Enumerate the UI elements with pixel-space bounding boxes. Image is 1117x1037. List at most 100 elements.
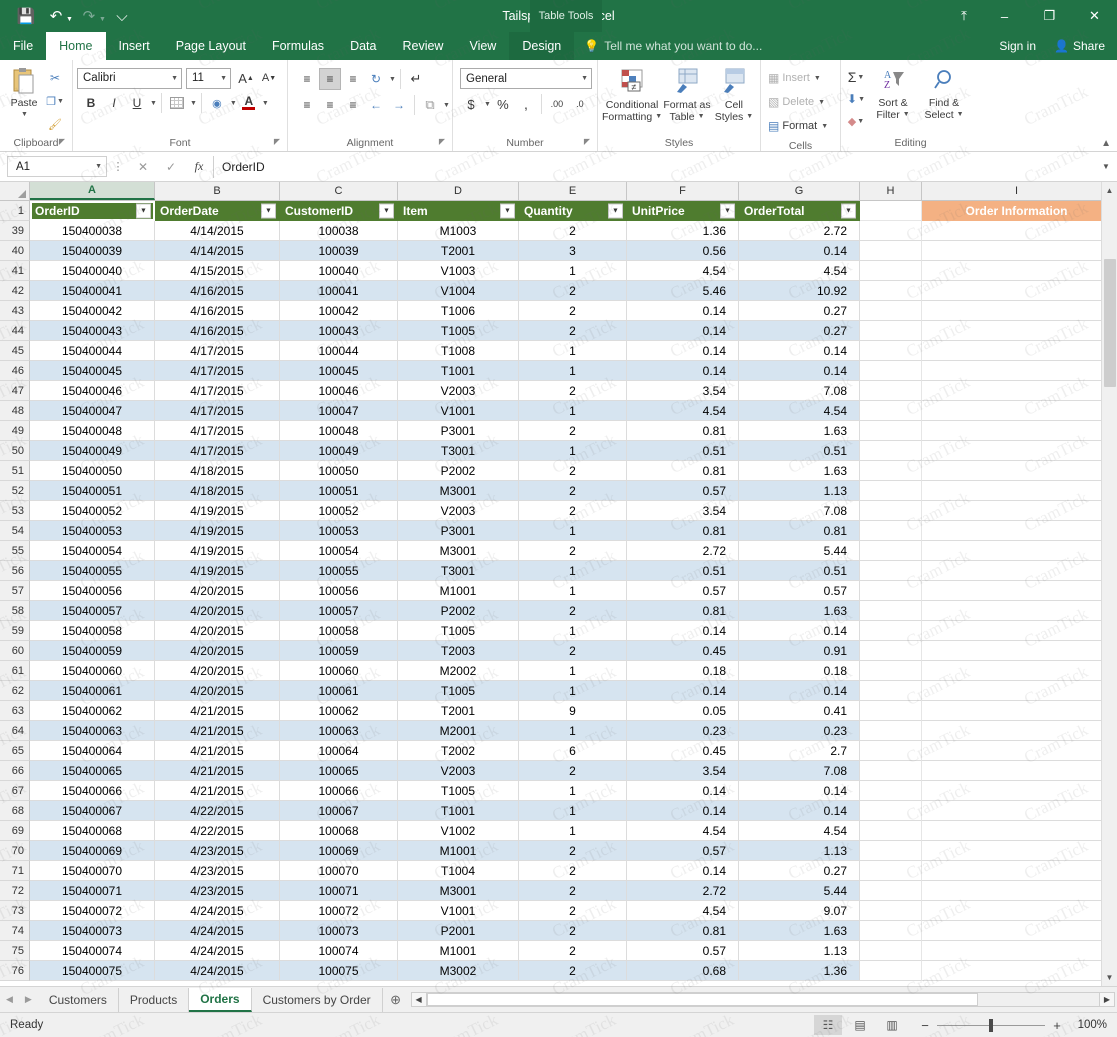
borders-button[interactable] (166, 92, 188, 114)
cell-orderdate-45[interactable]: 4/17/2015 (155, 341, 280, 361)
column-header-b[interactable]: B (155, 182, 280, 200)
table-row[interactable]: 691504000684/22/2015100068V100214.544.54 (0, 821, 1117, 841)
hscroll-right-icon[interactable]: ▶ (1099, 992, 1115, 1007)
horizontal-scroll-thumb[interactable] (427, 993, 978, 1006)
cell-ordertotal-63[interactable]: 0.41 (739, 701, 860, 721)
cell-quantity-52[interactable]: 2 (519, 481, 627, 501)
decrease-decimal-button[interactable]: .0 (569, 93, 591, 115)
cell-d1-item[interactable]: Item ▼ (398, 201, 519, 221)
cell-orderdate-49[interactable]: 4/17/2015 (155, 421, 280, 441)
column-header-i[interactable]: I (922, 182, 1112, 200)
cell-c1-customerid[interactable]: CustomerID ▼ (280, 201, 398, 221)
cell-quantity-57[interactable]: 1 (519, 581, 627, 601)
cell-quantity-66[interactable]: 2 (519, 761, 627, 781)
cell-quantity-62[interactable]: 1 (519, 681, 627, 701)
cell-i-65[interactable] (922, 741, 1112, 761)
cell-customerid-45[interactable]: 100044 (280, 341, 398, 361)
cell-quantity-47[interactable]: 2 (519, 381, 627, 401)
cell-orderdate-53[interactable]: 4/19/2015 (155, 501, 280, 521)
cell-item-53[interactable]: V2003 (398, 501, 519, 521)
cell-orderid-63[interactable]: 150400062 (30, 701, 155, 721)
cell-ordertotal-44[interactable]: 0.27 (739, 321, 860, 341)
table-row[interactable]: 411504000404/15/2015100040V100314.544.54 (0, 261, 1117, 281)
cell-ordertotal-58[interactable]: 1.63 (739, 601, 860, 621)
cell-unitprice-64[interactable]: 0.23 (627, 721, 739, 741)
paste-button[interactable]: Paste ▼ (4, 65, 44, 121)
cell-orderid-60[interactable]: 150400059 (30, 641, 155, 661)
align-right-button[interactable]: ≡ (342, 94, 364, 116)
cell-h-70[interactable] (860, 841, 922, 861)
cell-ordertotal-46[interactable]: 0.14 (739, 361, 860, 381)
cell-item-42[interactable]: V1004 (398, 281, 519, 301)
cell-i-59[interactable] (922, 621, 1112, 641)
cell-item-60[interactable]: T2003 (398, 641, 519, 661)
cell-unitprice-58[interactable]: 0.81 (627, 601, 739, 621)
row-header-56[interactable]: 56 (0, 561, 30, 581)
cell-item-76[interactable]: M3002 (398, 961, 519, 981)
cell-ordertotal-65[interactable]: 2.7 (739, 741, 860, 761)
page-break-preview-button[interactable]: ▥ (878, 1015, 906, 1035)
cell-i-44[interactable] (922, 321, 1112, 341)
row-header-66[interactable]: 66 (0, 761, 30, 781)
cell-quantity-48[interactable]: 1 (519, 401, 627, 421)
cell-h-44[interactable] (860, 321, 922, 341)
cell-quantity-68[interactable]: 1 (519, 801, 627, 821)
cell-h-60[interactable] (860, 641, 922, 661)
cell-unitprice-44[interactable]: 0.14 (627, 321, 739, 341)
cell-orderid-39[interactable]: 150400038 (30, 221, 155, 241)
cell-item-74[interactable]: P2001 (398, 921, 519, 941)
row-header-41[interactable]: 41 (0, 261, 30, 281)
cell-customerid-44[interactable]: 100043 (280, 321, 398, 341)
cell-quantity-50[interactable]: 1 (519, 441, 627, 461)
cell-orderdate-69[interactable]: 4/22/2015 (155, 821, 280, 841)
cell-orderid-56[interactable]: 150400055 (30, 561, 155, 581)
cell-unitprice-50[interactable]: 0.51 (627, 441, 739, 461)
enter-formula-icon[interactable]: ✓ (157, 156, 185, 178)
cell-b1-orderdate[interactable]: OrderDate ▼ (155, 201, 280, 221)
table-row[interactable]: 541504000534/19/2015100053P300110.810.81 (0, 521, 1117, 541)
cell-i-76[interactable] (922, 961, 1112, 981)
cell-quantity-56[interactable]: 1 (519, 561, 627, 581)
row-header-44[interactable]: 44 (0, 321, 30, 341)
table-row[interactable]: 471504000464/17/2015100046V200323.547.08 (0, 381, 1117, 401)
table-row[interactable]: 451504000444/17/2015100044T100810.140.14 (0, 341, 1117, 361)
column-header-h[interactable]: H (860, 182, 922, 200)
cell-customerid-63[interactable]: 100062 (280, 701, 398, 721)
cell-orderid-66[interactable]: 150400065 (30, 761, 155, 781)
bold-button[interactable]: B (80, 92, 102, 114)
cell-i-56[interactable] (922, 561, 1112, 581)
cell-ordertotal-60[interactable]: 0.91 (739, 641, 860, 661)
row-header-70[interactable]: 70 (0, 841, 30, 861)
cell-customerid-76[interactable]: 100075 (280, 961, 398, 981)
table-row[interactable]: 421504000414/16/2015100041V100425.4610.9… (0, 281, 1117, 301)
cell-orderid-64[interactable]: 150400063 (30, 721, 155, 741)
row-header-58[interactable]: 58 (0, 601, 30, 621)
cell-orderdate-43[interactable]: 4/16/2015 (155, 301, 280, 321)
cell-customerid-57[interactable]: 100056 (280, 581, 398, 601)
cell-e1-quantity[interactable]: Quantity ▼ (519, 201, 627, 221)
cell-unitprice-67[interactable]: 0.14 (627, 781, 739, 801)
cell-orderid-46[interactable]: 150400045 (30, 361, 155, 381)
cancel-formula-icon[interactable]: ✕ (129, 156, 157, 178)
cell-ordertotal-56[interactable]: 0.51 (739, 561, 860, 581)
cell-customerid-55[interactable]: 100054 (280, 541, 398, 561)
cell-orderdate-75[interactable]: 4/24/2015 (155, 941, 280, 961)
cell-item-58[interactable]: P2002 (398, 601, 519, 621)
cell-unitprice-52[interactable]: 0.57 (627, 481, 739, 501)
cell-customerid-56[interactable]: 100055 (280, 561, 398, 581)
cell-quantity-42[interactable]: 2 (519, 281, 627, 301)
cell-unitprice-40[interactable]: 0.56 (627, 241, 739, 261)
cell-unitprice-53[interactable]: 3.54 (627, 501, 739, 521)
cell-item-55[interactable]: M3001 (398, 541, 519, 561)
table-row[interactable]: 551504000544/19/2015100054M300122.725.44 (0, 541, 1117, 561)
cell-orderid-76[interactable]: 150400075 (30, 961, 155, 981)
cell-item-69[interactable]: V1002 (398, 821, 519, 841)
cell-i-71[interactable] (922, 861, 1112, 881)
cell-customerid-47[interactable]: 100046 (280, 381, 398, 401)
cell-unitprice-45[interactable]: 0.14 (627, 341, 739, 361)
merge-dropdown-icon[interactable]: ▼ (443, 102, 450, 109)
cell-customerid-43[interactable]: 100042 (280, 301, 398, 321)
cell-orderid-67[interactable]: 150400066 (30, 781, 155, 801)
cell-i-49[interactable] (922, 421, 1112, 441)
cell-i-53[interactable] (922, 501, 1112, 521)
